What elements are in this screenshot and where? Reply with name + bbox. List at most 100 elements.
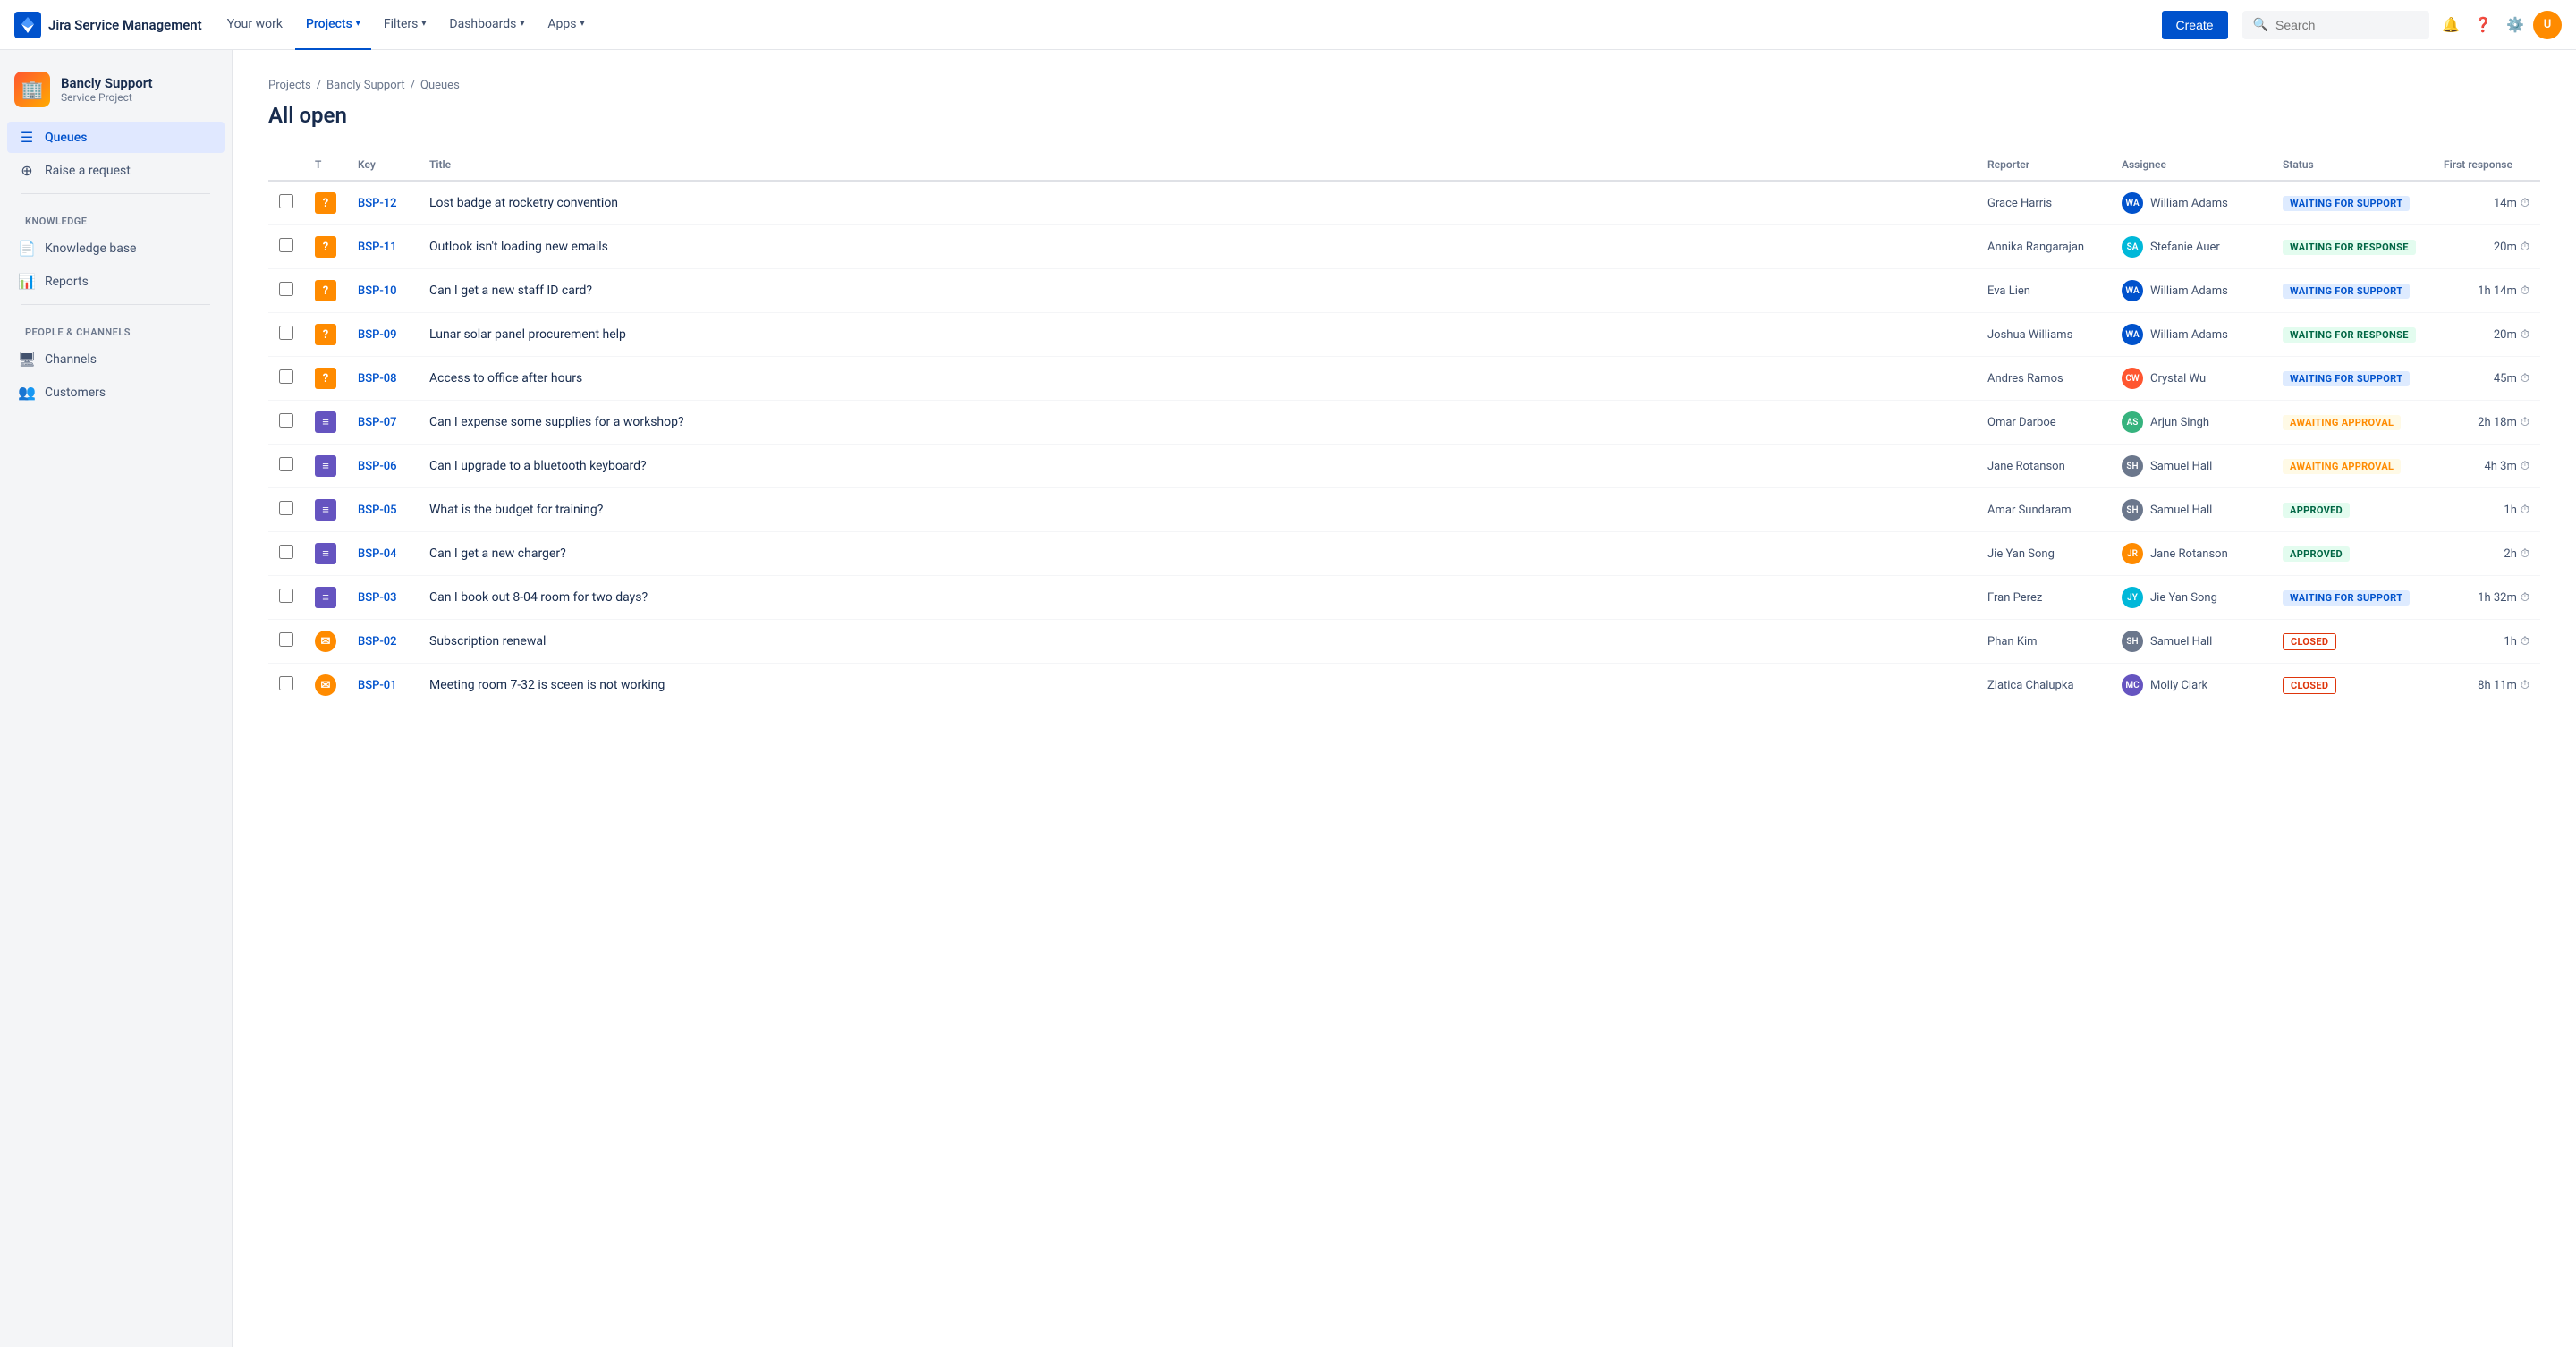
nav-apps[interactable]: Apps ▾ [537, 0, 595, 50]
row-key-link[interactable]: BSP-10 [358, 284, 397, 298]
row-reporter-cell: Phan Kim [1977, 620, 2111, 664]
user-avatar[interactable]: U [2533, 11, 2562, 39]
sidebar-item-queues[interactable]: ☰ Queues [7, 122, 225, 153]
sidebar-item-knowledge-base[interactable]: 📄 Knowledge base [7, 233, 225, 264]
row-title: What is the budget for training? [429, 503, 603, 517]
nav-your-work[interactable]: Your work [216, 0, 293, 50]
nav-dashboards[interactable]: Dashboards ▾ [438, 0, 535, 50]
nav-projects[interactable]: Projects ▾ [295, 0, 371, 50]
row-key-link[interactable]: BSP-08 [358, 372, 397, 385]
row-checkbox[interactable] [279, 632, 293, 647]
row-reporter-cell: Eva Lien [1977, 269, 2111, 313]
row-title: Lunar solar panel procurement help [429, 327, 626, 342]
row-assignee-cell: JR Jane Rotanson [2111, 532, 2272, 576]
row-checkbox[interactable] [279, 369, 293, 384]
dashboards-chevron-icon: ▾ [520, 19, 524, 29]
sidebar-item-raise-request[interactable]: ⊕ Raise a request [7, 155, 225, 186]
first-response: 20m ⏱ [2444, 328, 2529, 342]
type-icon: ? [315, 324, 336, 345]
app-logo[interactable]: Jira Service Management [14, 12, 202, 38]
col-header-reporter: Reporter [1977, 149, 2111, 181]
row-checkbox[interactable] [279, 413, 293, 428]
first-response: 14m ⏱ [2444, 197, 2529, 210]
row-reporter-cell: Annika Rangarajan [1977, 225, 2111, 269]
assignee-cell: WA William Adams [2122, 280, 2261, 301]
row-checkbox[interactable] [279, 457, 293, 471]
row-key-link[interactable]: BSP-11 [358, 241, 397, 254]
row-type-cell: ? [304, 313, 347, 357]
first-response: 45m ⏱ [2444, 372, 2529, 385]
row-title: Subscription renewal [429, 634, 546, 648]
row-assignee-cell: SH Samuel Hall [2111, 620, 2272, 664]
row-checkbox[interactable] [279, 326, 293, 340]
row-first-response-cell: 1h 14m ⏱ [2433, 269, 2540, 313]
row-reporter: Grace Harris [1987, 197, 2052, 210]
row-key-link[interactable]: BSP-06 [358, 460, 397, 473]
row-title-cell: Access to office after hours [419, 357, 1977, 401]
row-checkbox[interactable] [279, 238, 293, 252]
row-checkbox[interactable] [279, 589, 293, 603]
assignee-avatar: AS [2122, 411, 2143, 433]
first-response-value: 45m [2494, 372, 2517, 385]
projects-chevron-icon: ▾ [356, 19, 360, 29]
row-assignee-cell: SA Stefanie Auer [2111, 225, 2272, 269]
first-response-value: 4h 3m [2484, 460, 2516, 473]
row-checkbox-cell [268, 445, 304, 488]
col-header-assignee: Assignee [2111, 149, 2272, 181]
breadcrumb-bancly-support[interactable]: Bancly Support [326, 79, 405, 92]
row-key-link[interactable]: BSP-05 [358, 504, 397, 517]
row-key-cell: BSP-02 [347, 620, 419, 664]
row-first-response-cell: 1h ⏱ [2433, 620, 2540, 664]
row-key-link[interactable]: BSP-04 [358, 547, 397, 561]
search-input[interactable] [2275, 18, 2419, 32]
breadcrumb-projects[interactable]: Projects [268, 79, 311, 92]
row-key-link[interactable]: BSP-09 [358, 328, 397, 342]
row-checkbox[interactable] [279, 282, 293, 296]
assignee-avatar: SH [2122, 455, 2143, 477]
row-reporter-cell: Grace Harris [1977, 181, 2111, 225]
row-checkbox[interactable] [279, 676, 293, 690]
search-box[interactable]: 🔍 [2242, 11, 2429, 39]
row-key-link[interactable]: BSP-01 [358, 679, 397, 692]
settings-button[interactable]: ⚙️ [2501, 11, 2529, 39]
row-title: Outlook isn't loading new emails [429, 240, 608, 254]
row-reporter-cell: Zlatica Chalupka [1977, 664, 2111, 707]
status-badge: AWAITING APPROVAL [2283, 415, 2401, 430]
row-key-link[interactable]: BSP-02 [358, 635, 397, 648]
row-reporter: Phan Kim [1987, 635, 2038, 648]
first-response-value: 1h [2504, 504, 2516, 517]
row-reporter-cell: Andres Ramos [1977, 357, 2111, 401]
assignee-avatar: WA [2122, 280, 2143, 301]
row-reporter: Annika Rangarajan [1987, 241, 2084, 254]
type-icon: ≡ [315, 587, 336, 608]
row-status-cell: CLOSED [2272, 664, 2433, 707]
reports-icon: 📊 [18, 273, 36, 290]
assignee-cell: SH Samuel Hall [2122, 455, 2261, 477]
row-checkbox-cell [268, 532, 304, 576]
create-button[interactable]: Create [2162, 11, 2228, 39]
filters-chevron-icon: ▾ [421, 19, 426, 29]
notifications-button[interactable]: 🔔 [2436, 11, 2465, 39]
assignee-name: Arjun Singh [2150, 416, 2209, 429]
app-name: Jira Service Management [48, 17, 202, 33]
sidebar-item-channels[interactable]: 🖥 Channels [7, 343, 225, 375]
row-reporter: Zlatica Chalupka [1987, 679, 2074, 692]
row-reporter: Joshua Williams [1987, 328, 2072, 342]
row-title-cell: Can I get a new charger? [419, 532, 1977, 576]
row-checkbox[interactable] [279, 501, 293, 515]
sidebar-divider-1 [21, 193, 210, 194]
row-checkbox[interactable] [279, 545, 293, 559]
sidebar-item-customers[interactable]: 👥 Customers [7, 377, 225, 408]
sidebar-item-reports[interactable]: 📊 Reports [7, 266, 225, 297]
row-key-link[interactable]: BSP-12 [358, 197, 397, 210]
breadcrumb-queues[interactable]: Queues [420, 79, 460, 92]
first-response: 4h 3m ⏱ [2444, 460, 2529, 473]
nav-filters[interactable]: Filters ▾ [373, 0, 437, 50]
help-button[interactable]: ❓ [2469, 11, 2497, 39]
row-checkbox[interactable] [279, 194, 293, 208]
assignee-avatar: JY [2122, 587, 2143, 608]
table-row: ? BSP-12 Lost badge at rocketry conventi… [268, 181, 2540, 225]
row-key-link[interactable]: BSP-03 [358, 591, 397, 605]
row-key-link[interactable]: BSP-07 [358, 416, 397, 429]
first-response-value: 2h 18m [2478, 416, 2517, 429]
